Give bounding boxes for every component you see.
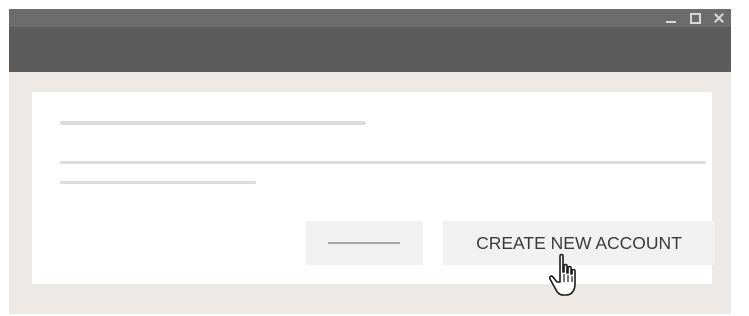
- secondary-button-placeholder-line: [328, 242, 400, 244]
- title-bar[interactable]: [9, 9, 731, 27]
- pointing-hand-cursor-icon: [548, 253, 576, 296]
- content-area: CREATE NEW ACCOUNT: [9, 72, 731, 314]
- dialog-card: CREATE NEW ACCOUNT: [32, 92, 715, 284]
- app-toolbar: [9, 27, 731, 72]
- secondary-button[interactable]: [306, 221, 423, 265]
- divider: [60, 161, 706, 164]
- window-controls: [665, 10, 725, 26]
- maximize-icon[interactable]: [689, 12, 701, 24]
- app-window: CREATE NEW ACCOUNT: [9, 9, 731, 314]
- title-placeholder: [60, 121, 366, 125]
- minimize-icon[interactable]: [665, 12, 677, 24]
- subtitle-placeholder: [60, 181, 256, 184]
- close-icon[interactable]: [713, 12, 725, 24]
